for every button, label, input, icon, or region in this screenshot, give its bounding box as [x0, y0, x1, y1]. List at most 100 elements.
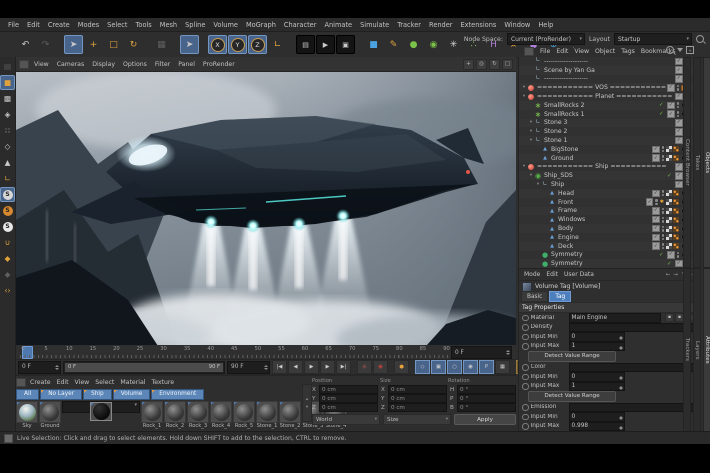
anim-dot[interactable] — [522, 404, 529, 411]
menu-item[interactable]: Animate — [320, 21, 356, 29]
enable-checkbox[interactable]: ✓ — [675, 260, 683, 268]
material-item[interactable]: Ground — [39, 401, 61, 429]
menu-item[interactable]: Spline — [181, 21, 209, 29]
material-item[interactable]: Rock_3 — [187, 401, 209, 429]
object-label[interactable]: Symmetry — [551, 260, 583, 267]
texture-mode-icon[interactable]: ▩ — [0, 91, 15, 106]
menu-item[interactable]: Modes — [74, 21, 103, 29]
enable-checkbox[interactable]: ✓ — [667, 251, 675, 259]
side-tab[interactable]: Layers — [693, 268, 701, 432]
model-mode-icon[interactable]: ■ — [0, 75, 15, 90]
viewport-menu-item[interactable]: ProRender — [200, 61, 238, 68]
axis-x-lock-button[interactable]: X — [208, 35, 227, 54]
object-tree-row[interactable]: Frame ✓ ✓ ✱ — [519, 207, 697, 216]
object-tree-row[interactable]: Stone 2 ✓ ✓ ✱ — [519, 127, 697, 136]
object-tree-row[interactable]: -------------------- ✓ ✓ ✱ — [519, 75, 697, 84]
texture-tags[interactable] — [666, 199, 679, 205]
object-tree-row[interactable]: SmallRocks 1 ✓ ✓ ✱ — [519, 110, 697, 119]
object-tree-row[interactable]: SmallRocks 2 ✓ ✓ ✱ — [519, 101, 697, 110]
layout-select[interactable]: Startup — [614, 33, 692, 45]
sep[interactable] — [352, 361, 356, 373]
menu-item[interactable]: Edit — [23, 21, 44, 29]
coords-mode-select[interactable]: World — [312, 414, 380, 425]
object-label[interactable]: Frame — [558, 207, 577, 214]
texture-tags[interactable] — [666, 226, 679, 232]
attribute-tab[interactable]: Tag — [549, 291, 571, 302]
am-menu-item[interactable]: Edit — [544, 271, 560, 278]
material-menu-item[interactable]: Select — [93, 379, 116, 386]
material-menu-item[interactable]: Create — [28, 379, 53, 386]
object-tree-row[interactable]: Stone 1 ✓ ✓ ✱ — [519, 136, 697, 145]
menu-item[interactable]: Help — [534, 21, 557, 29]
next-frame-button[interactable]: ▶ — [320, 360, 335, 374]
material-item[interactable]: Stone_1 — [256, 401, 278, 429]
rotation-field[interactable]: 0 ° — [457, 385, 516, 394]
texture-tags[interactable] — [666, 146, 679, 152]
texture-tags[interactable] — [666, 155, 679, 161]
anim-dot[interactable] — [522, 343, 529, 350]
object-label[interactable]: Windows — [558, 216, 585, 223]
material-browse-icon[interactable]: ▪ — [665, 313, 674, 322]
add-cube-icon[interactable]: ■ — [364, 35, 383, 54]
material-item[interactable]: Rock_1 — [141, 401, 163, 429]
object-tree-row[interactable]: Scene by Yan Ga ✓ ✓ ✱ — [519, 66, 697, 75]
object-label[interactable]: SmallRocks 1 — [544, 111, 584, 118]
preview-range-slider[interactable]: 0 F 90 F — [63, 361, 225, 374]
xpresso-icon[interactable]: ‹› — [0, 283, 15, 298]
goto-end-button[interactable]: ▶| — [336, 360, 351, 374]
viewport-menu-item[interactable]: Options — [120, 61, 150, 68]
material-item[interactable]: Rock_5 — [233, 401, 255, 429]
object-label[interactable]: Ground — [551, 155, 573, 162]
object-label[interactable]: Symmetry — [551, 251, 583, 258]
om-menu-item[interactable]: Object — [593, 48, 617, 55]
om-menu-item[interactable]: Tags — [619, 48, 637, 55]
texture-tags[interactable] — [666, 243, 679, 249]
key-position-button[interactable]: ▣ — [431, 360, 446, 374]
menu-item[interactable]: Window — [500, 21, 534, 29]
undo-icon[interactable]: ↶ — [16, 35, 35, 54]
visibility-dots[interactable] — [662, 226, 665, 232]
gradient-dropdown[interactable] — [569, 323, 695, 333]
sep[interactable] — [144, 35, 151, 54]
material-layer-tab[interactable]: Volume — [113, 389, 151, 400]
visibility-dots[interactable] — [662, 217, 665, 223]
side-tab[interactable]: Attributes — [703, 268, 710, 432]
sep[interactable] — [288, 35, 295, 54]
material-menu-item[interactable]: Texture — [149, 379, 176, 386]
anim-dot[interactable] — [522, 383, 529, 390]
object-label[interactable]: Engine — [558, 234, 579, 241]
autokey-button[interactable]: ● — [394, 360, 409, 374]
side-tab[interactable]: Objects — [703, 57, 710, 268]
enable-checkbox[interactable]: ✓ — [675, 58, 683, 66]
rotation-field[interactable]: 0 ° — [457, 403, 516, 412]
material-thumbnail[interactable] — [90, 402, 112, 421]
enable-checkbox[interactable]: ✓ — [675, 172, 683, 180]
menu-item[interactable]: Character — [280, 21, 321, 29]
material-layer-tab[interactable]: No Layer — [40, 389, 82, 400]
visibility-dots[interactable] — [662, 190, 665, 196]
viewport-menu-item[interactable]: Filter — [152, 61, 173, 68]
enable-checkbox[interactable]: ✓ — [646, 198, 654, 206]
object-label[interactable]: Ship_SDS — [544, 172, 573, 179]
size-field[interactable]: 0 cm — [388, 385, 447, 394]
size-field[interactable]: 0 cm — [388, 394, 447, 403]
zoom-view-icon[interactable]: ◎ — [476, 59, 487, 70]
enable-checkbox[interactable]: ✓ — [675, 75, 683, 83]
position-field[interactable]: 0 cm — [319, 403, 378, 412]
enable-checkbox[interactable]: ✓ — [652, 216, 660, 224]
generator-icon[interactable]: ◉ — [424, 35, 443, 54]
object-label[interactable]: -------------------- — [544, 58, 588, 65]
material-menu-item[interactable]: View — [73, 379, 92, 386]
position-field[interactable]: 0 cm — [319, 385, 378, 394]
object-label[interactable]: SmallRocks 2 — [544, 102, 584, 109]
detect-value-range-button[interactable]: Detect Value Range — [528, 391, 616, 402]
workplane-icon[interactable]: ◆ — [0, 251, 15, 266]
current-frame-field[interactable]: 0 F — [18, 361, 61, 374]
anim-dot[interactable] — [522, 414, 529, 421]
enable-checkbox[interactable]: ✓ — [675, 66, 683, 74]
rotate-view-icon[interactable]: ↻ — [489, 59, 500, 70]
anim-dot[interactable] — [522, 334, 529, 341]
sep[interactable] — [389, 361, 393, 373]
object-tree-row[interactable]: BigStone ✓ ✓ ✱ — [519, 145, 697, 154]
render-view-icon[interactable]: ▤ — [296, 35, 315, 54]
